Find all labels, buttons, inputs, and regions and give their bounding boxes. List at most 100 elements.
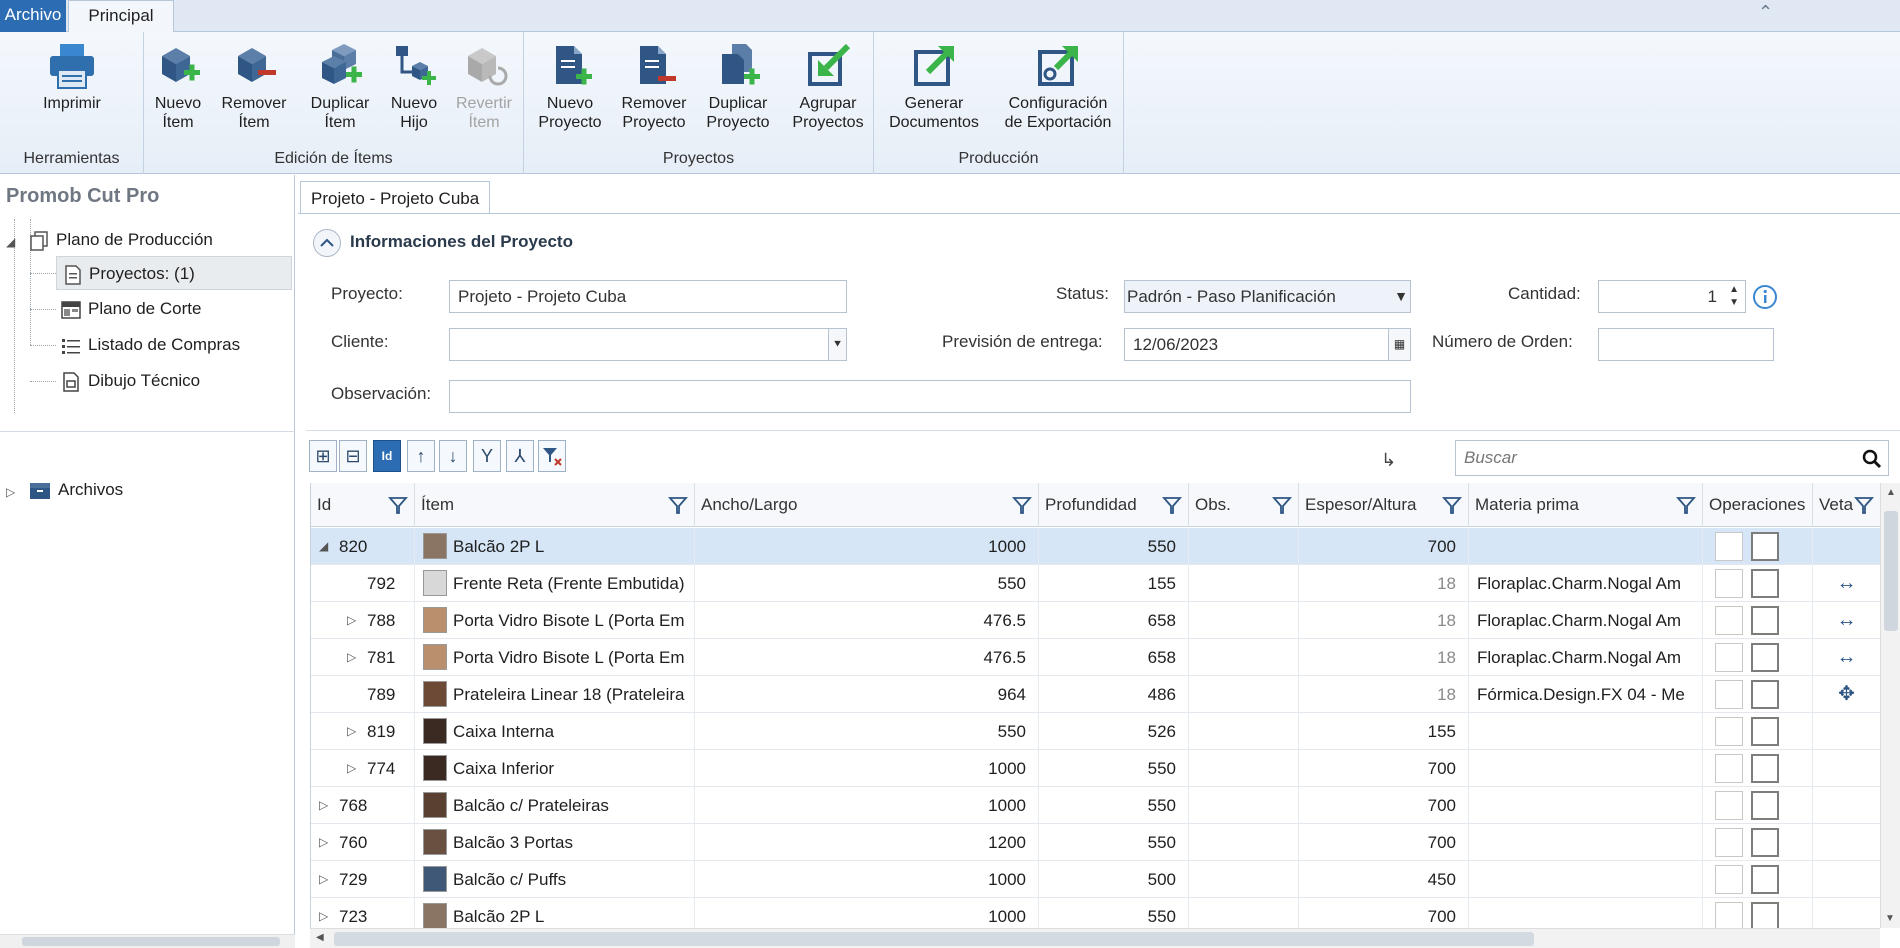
stepper-arrows-icon[interactable]: ▲ ▼ bbox=[1729, 283, 1739, 309]
operation-box-icon[interactable] bbox=[1751, 717, 1779, 746]
filter-icon[interactable] bbox=[1162, 495, 1182, 515]
revert-item-button[interactable]: Revertir Ítem bbox=[448, 42, 520, 132]
move-down-button[interactable]: ↓ bbox=[439, 440, 467, 472]
table-row[interactable]: ▷ 768 Balcão c/ Prateleiras 1000 550 700 bbox=[311, 787, 1880, 824]
table-row[interactable]: ▷ 781 Porta Vidro Bisote L (Porta Em 476.5 6… bbox=[311, 639, 1880, 676]
observation-input[interactable] bbox=[449, 380, 1411, 413]
table-row[interactable]: ◢ 820 Balcão 2P L 1000 550 700 bbox=[311, 528, 1880, 565]
operation-box-icon[interactable] bbox=[1751, 754, 1779, 783]
tree-item-cut-plan[interactable]: Plano de Corte bbox=[60, 292, 201, 326]
table-row[interactable]: 789 Prateleira Linear 18 (Prateleira 964 48… bbox=[311, 676, 1880, 713]
column-header-item[interactable]: Ítem bbox=[415, 483, 695, 527]
search-input[interactable]: Buscar bbox=[1455, 440, 1889, 476]
clear-filter-button[interactable] bbox=[538, 440, 566, 472]
collapsed-arrow-icon[interactable]: ▷ bbox=[319, 861, 328, 898]
column-header-obs[interactable]: Obs. bbox=[1189, 483, 1299, 527]
tree-item-purchase-list[interactable]: Listado de Compras bbox=[60, 328, 240, 362]
left-horizontal-scrollbar[interactable] bbox=[0, 934, 295, 948]
operation-box-icon[interactable] bbox=[1715, 606, 1743, 635]
operation-box-icon[interactable] bbox=[1751, 569, 1779, 598]
operation-box-icon[interactable] bbox=[1715, 680, 1743, 709]
operation-box-icon[interactable] bbox=[1751, 828, 1779, 857]
export-config-button[interactable]: Configuración de Exportación bbox=[996, 42, 1120, 132]
column-header-thickness[interactable]: Espesor/Altura bbox=[1299, 483, 1469, 527]
operation-box-icon[interactable] bbox=[1751, 865, 1779, 894]
filter-icon[interactable] bbox=[1854, 495, 1874, 515]
column-header-veta[interactable]: Veta bbox=[1813, 483, 1880, 527]
collapsed-arrow-icon[interactable]: ▷ bbox=[347, 750, 356, 787]
collapsed-arrow-icon[interactable]: ▷ bbox=[347, 602, 356, 639]
collapse-section-button[interactable] bbox=[313, 229, 341, 257]
split-button[interactable]: ⅄ bbox=[506, 440, 534, 472]
collapsed-arrow-icon[interactable]: ▷ bbox=[319, 898, 328, 928]
operation-box-icon[interactable] bbox=[1715, 643, 1743, 672]
new-project-button[interactable]: Nuevo Proyecto bbox=[534, 42, 606, 132]
operation-box-icon[interactable] bbox=[1715, 828, 1743, 857]
delivery-date-input[interactable]: 12/06/2023 ▦ bbox=[1124, 328, 1411, 361]
quantity-stepper[interactable]: 1 ▲ ▼ bbox=[1598, 280, 1746, 313]
info-icon[interactable] bbox=[1752, 284, 1778, 315]
column-header-material[interactable]: Materia prima bbox=[1469, 483, 1703, 527]
project-input[interactable]: Projeto - Projeto Cuba bbox=[449, 280, 847, 313]
table-row[interactable]: ▷ 723 Balcão 2P L 1000 550 700 bbox=[311, 898, 1880, 928]
table-row[interactable]: ▷ 760 Balcão 3 Portas 1200 550 700 bbox=[311, 824, 1880, 861]
operation-box-icon[interactable] bbox=[1751, 643, 1779, 672]
remove-item-button[interactable]: Remover Ítem bbox=[218, 42, 290, 132]
filter-icon[interactable] bbox=[668, 495, 688, 515]
merge-button[interactable]: Y bbox=[473, 440, 501, 472]
operation-box-icon[interactable] bbox=[1715, 717, 1743, 746]
document-tab[interactable]: Projeto - Projeto Cuba bbox=[300, 181, 491, 214]
expanded-arrow-icon[interactable]: ◢ bbox=[319, 528, 328, 565]
operation-box-icon[interactable] bbox=[1751, 606, 1779, 635]
filter-icon[interactable] bbox=[1272, 495, 1292, 515]
tree-item-technical-drawing[interactable]: Dibujo Técnico bbox=[60, 364, 200, 398]
group-projects-button[interactable]: Agrupar Proyectos bbox=[786, 42, 870, 132]
search-icon[interactable] bbox=[1862, 449, 1882, 469]
tree-item-projects[interactable]: Proyectos: (1) bbox=[56, 256, 292, 290]
new-item-button[interactable]: Nuevo Ítem bbox=[152, 42, 204, 132]
double-chevron-down-icon[interactable]: ⯆ bbox=[828, 329, 846, 360]
collapse-ribbon-icon[interactable]: ⌃ bbox=[1758, 2, 1773, 23]
operation-box-icon[interactable] bbox=[1751, 680, 1779, 709]
remove-project-button[interactable]: Remover Proyecto bbox=[616, 42, 692, 132]
column-header-width[interactable]: Ancho/Largo bbox=[695, 483, 1039, 527]
new-child-button[interactable]: Nuevo Hijo bbox=[384, 42, 444, 132]
operation-box-icon[interactable] bbox=[1715, 791, 1743, 820]
tree-item-files[interactable]: Archivos bbox=[28, 473, 123, 507]
column-header-operations[interactable]: Operaciones bbox=[1703, 483, 1813, 527]
column-header-id[interactable]: Id bbox=[311, 483, 415, 527]
print-button[interactable]: Imprimir bbox=[18, 42, 126, 113]
tab-archivo[interactable]: Archivo bbox=[0, 0, 66, 32]
calendar-icon[interactable]: ▦ bbox=[1388, 329, 1410, 360]
generate-documents-button[interactable]: Generar Documentos bbox=[882, 42, 986, 132]
table-row[interactable]: ▷ 819 Caixa Interna 550 526 155 bbox=[311, 713, 1880, 750]
filter-icon[interactable] bbox=[1442, 495, 1462, 515]
tree-item-production-plan[interactable]: Plano de Producción bbox=[28, 223, 213, 257]
collapsed-arrow-icon[interactable]: ▷ bbox=[347, 639, 356, 676]
operation-box-icon[interactable] bbox=[1751, 791, 1779, 820]
grid-vertical-scrollbar[interactable]: ▲ ▼ bbox=[1880, 483, 1900, 928]
move-up-button[interactable]: ↑ bbox=[407, 440, 435, 472]
operation-box-icon[interactable] bbox=[1715, 754, 1743, 783]
table-row[interactable]: 792 Frente Reta (Frente Embutida) 550 155 18… bbox=[311, 565, 1880, 602]
tab-principal[interactable]: Principal bbox=[68, 0, 174, 33]
order-number-input[interactable] bbox=[1598, 328, 1774, 361]
filter-icon[interactable] bbox=[1676, 495, 1696, 515]
filter-icon[interactable] bbox=[388, 495, 408, 515]
duplicate-item-button[interactable]: Duplicar Ítem bbox=[302, 42, 378, 132]
table-row[interactable]: ▷ 774 Caixa Inferior 1000 550 700 bbox=[311, 750, 1880, 787]
status-dropdown[interactable]: Padrón - Paso Planificación ▼ bbox=[1124, 280, 1411, 313]
table-row[interactable]: ▷ 788 Porta Vidro Bisote L (Porta Em 476.5 6… bbox=[311, 602, 1880, 639]
grid-horizontal-scrollbar[interactable]: ◀ bbox=[310, 928, 1880, 948]
operation-box-icon[interactable] bbox=[1751, 532, 1779, 561]
collapsed-arrow-icon[interactable]: ▷ bbox=[319, 787, 328, 824]
id-toggle-button[interactable]: Id bbox=[373, 440, 401, 472]
table-row[interactable]: ▷ 729 Balcão c/ Puffs 1000 500 450 bbox=[311, 861, 1880, 898]
client-dropdown[interactable]: ⯆ bbox=[449, 328, 847, 361]
expand-arrow-icon[interactable]: ◢ bbox=[6, 235, 15, 249]
expand-all-button[interactable]: ⊞ bbox=[309, 440, 337, 472]
collapse-all-button[interactable]: ⊟ bbox=[339, 440, 367, 472]
operation-box-icon[interactable] bbox=[1715, 865, 1743, 894]
operation-box-icon[interactable] bbox=[1751, 902, 1779, 928]
column-header-depth[interactable]: Profundidad bbox=[1039, 483, 1189, 527]
